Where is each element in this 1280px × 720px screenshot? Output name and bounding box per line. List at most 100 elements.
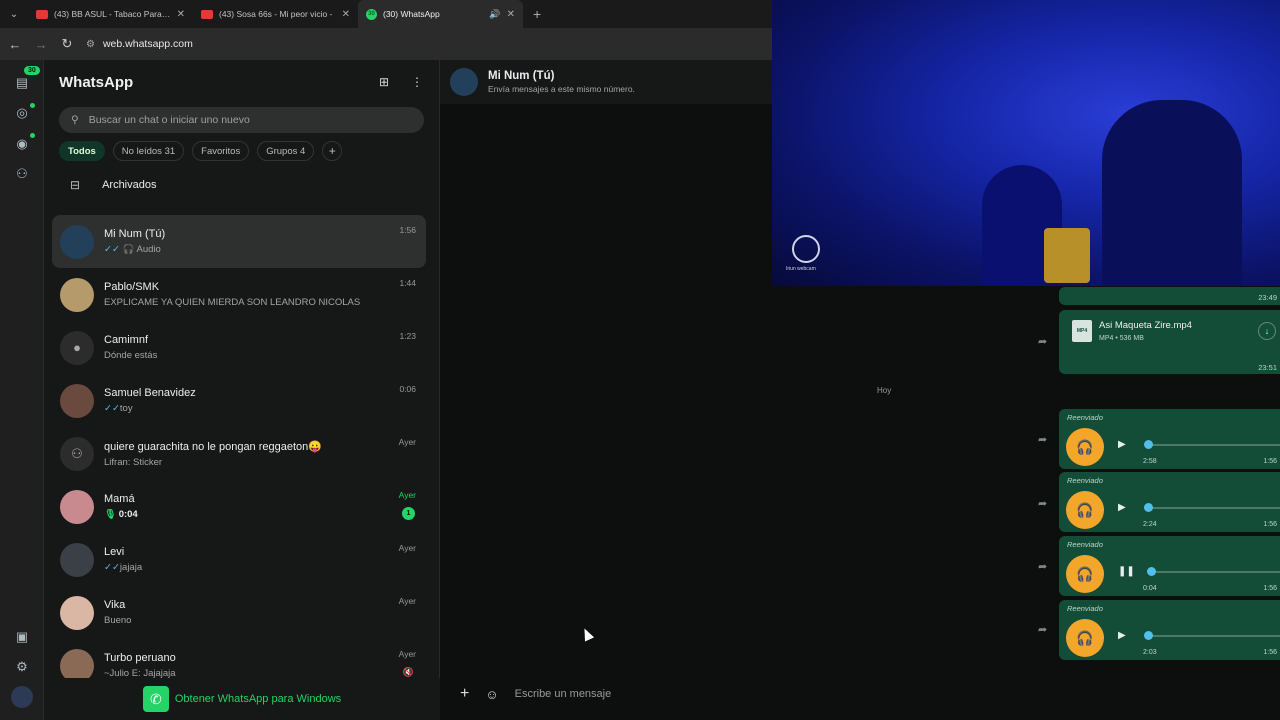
close-icon[interactable]: ✕	[177, 9, 185, 20]
forward-icon[interactable]: ➦	[1038, 497, 1047, 510]
attach-icon[interactable]: +	[460, 685, 469, 703]
menu-icon[interactable]: ⋮	[406, 75, 428, 89]
search-icon: ⚲	[71, 114, 79, 126]
chat-item[interactable]: Vika Bueno Ayer	[52, 586, 426, 639]
chat-item[interactable]: Pablo/SMK EXPLICAME YA QUIEN MIERDA SON …	[52, 268, 426, 321]
forward-icon[interactable]: ➦	[1038, 560, 1047, 573]
download-icon[interactable]: ↓	[1258, 322, 1276, 340]
message-input[interactable]: Escribe un mensaje	[515, 688, 612, 700]
chat-list: Mi Num (Tú) ✓✓ 🎧 Audio 1:56 Pablo/SMK EX…	[52, 215, 426, 692]
chat-item[interactable]: ⚇ quiere guarachita no le pongan reggaet…	[52, 427, 426, 480]
audio-message[interactable]: Reenviado 🎧 ▶ 2:58 1:56	[1059, 409, 1280, 469]
audio-progress-track[interactable]	[1149, 507, 1280, 509]
close-icon[interactable]: ✕	[507, 9, 515, 20]
get-windows-app-link[interactable]: ✆ Obtener WhatsApp para Windows	[44, 678, 440, 720]
audio-scrubber[interactable]	[1144, 503, 1153, 512]
forward-icon[interactable]: ➦	[1038, 335, 1047, 348]
headphones-icon: 🎧	[1066, 491, 1104, 529]
file-meta: MP4 • 536 MB	[1099, 335, 1144, 342]
webcam-overlay: Iriun webcam	[772, 0, 1280, 286]
headphones-icon: 🎧	[122, 244, 135, 255]
chat-time: Ayer	[398, 649, 416, 659]
tab-search-button[interactable]: ⌄	[0, 0, 28, 28]
filter-unread[interactable]: No leídos 31	[112, 141, 185, 161]
audio-duration: 2:58	[1143, 458, 1157, 465]
close-icon[interactable]: ✕	[342, 9, 350, 20]
audio-progress-track[interactable]	[1149, 635, 1280, 637]
browser-tab-active[interactable]: 30 (30) WhatsApp 🔊 ✕	[358, 0, 523, 28]
avatar	[60, 383, 94, 418]
chat-name: quiere guarachita no le pongan reggaeton…	[104, 440, 322, 453]
chat-item[interactable]: Mamá 🎙 0:04 Ayer 1	[52, 480, 426, 533]
settings-icon[interactable]: ⚙	[11, 656, 33, 678]
url-field[interactable]: ⚙ web.whatsapp.com	[86, 38, 193, 50]
chat-preview: EXPLICAME YA QUIEN MIERDA SON LEANDRO NI…	[104, 297, 361, 308]
audio-scrubber[interactable]	[1144, 631, 1153, 640]
filter-groups[interactable]: Grupos 4	[257, 141, 315, 161]
audio-message[interactable]: Reenviado 🎧 ▶ 2:03 1:56	[1059, 600, 1280, 660]
chat-name: Levi	[104, 546, 125, 558]
file-message[interactable]: MP4 Asi Maqueta Zire.mp4 MP4 • 536 MB ↓ …	[1059, 310, 1280, 374]
audio-duration: 0:04	[1143, 585, 1157, 592]
play-icon[interactable]: ▶	[1118, 502, 1126, 513]
archived-label: Archivados	[102, 179, 157, 191]
chat-time: Ayer	[398, 543, 416, 553]
forward-icon[interactable]: →	[34, 37, 48, 52]
chat-preview: Bueno	[104, 615, 132, 626]
audio-scrubber[interactable]	[1144, 440, 1153, 449]
speaker-icon[interactable]: 🔊	[489, 9, 500, 20]
chats-icon[interactable]: ▤	[11, 72, 33, 94]
play-icon[interactable]: ▶	[1118, 630, 1126, 641]
audio-message[interactable]: Reenviado 🎧 ▶ 2:24 1:56	[1059, 472, 1280, 532]
chat-name: Mamá	[104, 493, 135, 505]
chat-item[interactable]: ● Camimnf Dónde estás 1:23	[52, 321, 426, 374]
add-filter-button[interactable]: +	[322, 141, 343, 161]
communities-icon[interactable]: ⚇	[11, 163, 33, 185]
forwarded-label: Reenviado	[1067, 540, 1103, 549]
url-text: web.whatsapp.com	[102, 38, 193, 50]
sidebar-header: WhatsApp ⊞ ⋮	[44, 60, 439, 104]
audio-progress-track[interactable]	[1149, 571, 1280, 573]
chat-name: Vika	[104, 599, 126, 611]
forward-icon[interactable]: ➦	[1038, 433, 1047, 446]
reload-icon[interactable]: ↻	[60, 36, 74, 52]
message-bubble[interactable]: 23:49	[1059, 287, 1280, 305]
navigation-rail: ▤ 30 ◎ ◉ ⚇ ▣ ⚙	[0, 60, 44, 720]
chat-item[interactable]: Mi Num (Tú) ✓✓ 🎧 Audio 1:56	[52, 215, 426, 268]
new-tab-button[interactable]: +	[533, 6, 541, 22]
avatar	[60, 595, 94, 630]
audio-progress-track[interactable]	[1149, 444, 1280, 446]
profile-avatar[interactable]	[11, 686, 33, 708]
media-icon[interactable]: ▣	[11, 626, 33, 648]
new-chat-icon[interactable]: ⊞	[373, 75, 395, 89]
search-input[interactable]: ⚲ Buscar un chat o iniciar uno nuevo	[59, 107, 424, 133]
day-separator: Hoy	[877, 386, 892, 395]
audio-scrubber[interactable]	[1147, 567, 1156, 576]
browser-tab[interactable]: (43) Sosa 66s - Mi peor vicio - ✕	[193, 0, 358, 28]
chat-time: 0:06	[399, 384, 416, 394]
youtube-icon	[201, 9, 213, 19]
pause-icon[interactable]: ❚❚	[1118, 566, 1135, 577]
chat-item[interactable]: Levi ✓✓jajaja Ayer	[52, 533, 426, 586]
sticker-icon[interactable]: ☺	[485, 687, 498, 702]
unread-badge: 1	[402, 507, 415, 520]
filter-favorites[interactable]: Favoritos	[192, 141, 250, 161]
archived-row[interactable]: ⊟ Archivados	[44, 167, 439, 203]
play-icon[interactable]: ▶	[1118, 439, 1126, 450]
chat-name: Camimnf	[104, 334, 149, 346]
chat-item[interactable]: Samuel Benavidez ✓✓toy 0:06	[52, 374, 426, 427]
chat-name: Mi Num (Tú)	[104, 228, 166, 240]
archive-icon: ⊟	[70, 178, 81, 192]
site-info-icon[interactable]: ⚙	[86, 39, 95, 50]
microphone-icon: 🎙	[104, 509, 117, 520]
back-icon[interactable]: ←	[8, 37, 22, 52]
audio-message[interactable]: Reenviado 🎧 ❚❚ 0:04 1:56	[1059, 536, 1280, 596]
chat-time: 1:23	[399, 331, 416, 341]
forward-icon[interactable]: ➦	[1038, 623, 1047, 636]
message-time: 1:56	[1263, 585, 1277, 592]
muted-icon: 🔇	[402, 667, 414, 677]
browser-tab[interactable]: (43) BB ASUL - Tabaco Para Ar ✕	[28, 0, 193, 28]
tab-title: (30) WhatsApp	[383, 9, 440, 19]
filter-all[interactable]: Todos	[59, 141, 105, 161]
avatar	[60, 277, 94, 312]
